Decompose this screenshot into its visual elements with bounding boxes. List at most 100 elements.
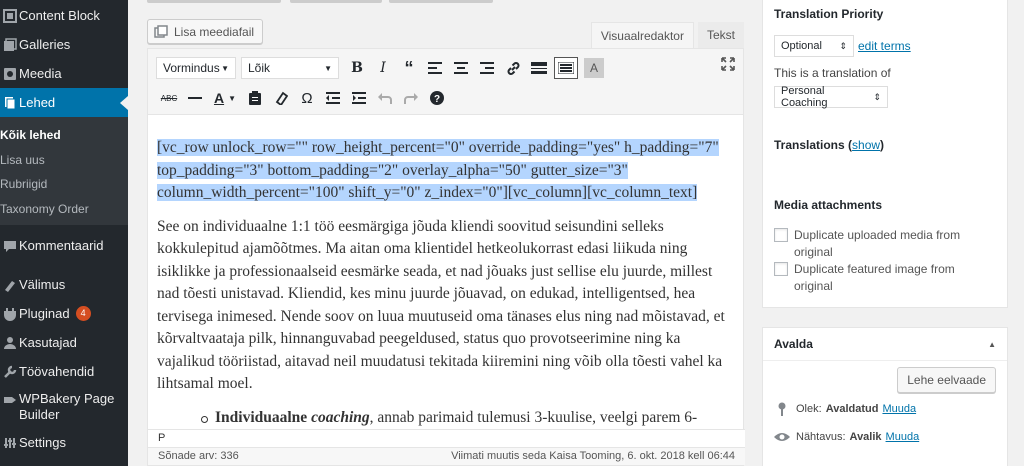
- menu-label: Pluginad: [19, 306, 70, 321]
- menu-item-settings[interactable]: Settings: [0, 428, 128, 457]
- menu-item-pages[interactable]: Lehed: [0, 88, 128, 117]
- redo-icon[interactable]: [398, 85, 424, 111]
- menu-item-wpbakery[interactable]: WPBakery Page Builder: [0, 386, 128, 428]
- strikethrough-icon[interactable]: ABC: [156, 85, 182, 111]
- tab-text[interactable]: Tekst: [697, 22, 744, 48]
- bullet-bold-italic-text: coaching: [311, 408, 370, 426]
- menu-label: Kasutajad: [19, 335, 77, 350]
- paragraph-select-value: Lõik: [248, 61, 271, 75]
- editor-box: Vormindus ▼ Lõik ▼ B I “ A ABC A ▼ Ω ? […: [147, 48, 745, 466]
- show-translations-link[interactable]: show: [852, 138, 880, 152]
- priority-select[interactable]: Optional ⇕: [774, 35, 854, 57]
- submenu-taxonomy-order[interactable]: Taxonomy Order: [0, 197, 128, 222]
- menu-item-appearance[interactable]: Välimus: [0, 270, 128, 299]
- text-color-icon[interactable]: A ▼: [208, 85, 242, 111]
- visibility-value: Avalik: [849, 431, 882, 443]
- dup-featured-checkbox[interactable]: [774, 262, 788, 276]
- vc-a-icon[interactable]: A: [584, 58, 604, 78]
- priority-select-value: Optional: [781, 40, 822, 52]
- edit-visibility-link[interactable]: Muuda: [886, 431, 920, 443]
- dup-media-label: Duplicate uploaded media from original: [794, 228, 961, 259]
- align-left-icon[interactable]: [422, 55, 448, 81]
- read-more-icon[interactable]: [526, 55, 552, 81]
- blockquote-icon[interactable]: “: [396, 55, 422, 81]
- edit-status-link[interactable]: Muuda: [882, 403, 916, 415]
- status-row: Olek: Avaldatud Muuda: [774, 402, 916, 416]
- preview-button[interactable]: Lehe eelvaade: [897, 367, 996, 393]
- media-icon: [1, 65, 19, 83]
- italic-icon[interactable]: I: [370, 55, 396, 81]
- horizontal-line-icon[interactable]: [182, 85, 208, 111]
- submenu-all-pages[interactable]: Kõik lehed: [0, 123, 128, 148]
- submenu-categories[interactable]: Rubriigid: [0, 172, 128, 197]
- publish-header[interactable]: Avalda ▲: [763, 328, 1007, 361]
- menu-label: Galleries: [19, 37, 71, 52]
- visibility-label: Nähtavus:: [796, 431, 846, 443]
- element-path: P: [148, 429, 745, 447]
- indent-icon[interactable]: [346, 85, 372, 111]
- bold-icon[interactable]: B: [344, 55, 370, 81]
- dup-media-row: Duplicate uploaded media from original: [774, 227, 996, 261]
- align-center-icon[interactable]: [448, 55, 474, 81]
- toolbar-toggle-icon[interactable]: [554, 57, 578, 79]
- menu-item-media[interactable]: Meedia: [0, 59, 128, 88]
- help-icon[interactable]: ?: [424, 85, 450, 111]
- body-paragraph: See on individuaalne 1:1 töö eesmärgiga …: [157, 217, 725, 393]
- submenu-add-new[interactable]: Lisa uus: [0, 148, 128, 173]
- menu-item-content-block[interactable]: Content Block: [0, 1, 128, 30]
- top-strip: [147, 0, 744, 4]
- pin-icon: [774, 402, 790, 416]
- eye-icon: [774, 432, 790, 442]
- translation-priority-title: Translation Priority: [774, 7, 884, 21]
- menu-item-tools[interactable]: Töövahendid: [0, 357, 128, 386]
- status-label: Olek:: [796, 403, 822, 415]
- galleries-icon: [1, 36, 19, 54]
- dup-featured-row: Duplicate featured image from original: [774, 261, 996, 295]
- shortcode-paragraph: [vc_row unlock_row="" row_height_percent…: [157, 137, 727, 205]
- select-arrows-icon: ⇕: [873, 91, 881, 102]
- menu-item-comments[interactable]: Kommentaarid: [0, 231, 128, 260]
- menu-label: Lehed: [19, 95, 56, 110]
- collapse-arrow-icon[interactable]: ▲: [988, 340, 996, 349]
- menu-item-galleries[interactable]: Galleries: [0, 30, 128, 59]
- menu-item-plugins[interactable]: Pluginad 4: [0, 299, 128, 328]
- paragraph-select[interactable]: Lõik ▼: [241, 57, 339, 79]
- format-select[interactable]: Vormindus ▼: [156, 57, 236, 79]
- translations-row: Translations (show): [774, 138, 996, 152]
- add-media-icon: [154, 24, 168, 39]
- admin-sidebar: Content Block Galleries Meedia Lehed Kõi…: [0, 0, 128, 466]
- editor-toolbar: Vormindus ▼ Lõik ▼ B I “ A ABC A ▼ Ω ?: [148, 49, 743, 115]
- editor-status-bar: Sõnade arv: 336 Viimati muutis seda Kais…: [148, 447, 745, 465]
- media-attachments-title: Media attachments: [774, 198, 883, 212]
- publish-panel: Avalda ▲ Lehe eelvaade Olek: Avaldatud Muu…: [762, 327, 1008, 466]
- paste-text-icon[interactable]: [242, 85, 268, 111]
- select-arrows-icon: ⇕: [839, 40, 847, 51]
- chevron-down-icon: ▼: [324, 63, 332, 73]
- menu-label: Kommentaarid: [19, 238, 104, 253]
- publish-title: Avalda: [774, 337, 813, 351]
- translation-of-select[interactable]: Personal Coaching ⇕: [774, 85, 888, 109]
- outdent-icon[interactable]: [320, 85, 346, 111]
- priority-row: Optional ⇕ edit terms: [774, 35, 996, 57]
- menu-item-users[interactable]: Kasutajad: [0, 328, 128, 357]
- fullscreen-icon[interactable]: [721, 57, 735, 74]
- comments-icon: [1, 237, 19, 255]
- align-right-icon[interactable]: [474, 55, 500, 81]
- settings-icon: [1, 434, 19, 452]
- tab-visual[interactable]: Visuaalredaktor: [590, 22, 694, 48]
- dup-media-checkbox[interactable]: [774, 228, 788, 242]
- edit-terms-link[interactable]: edit terms: [858, 39, 911, 53]
- special-character-icon[interactable]: Ω: [294, 85, 320, 111]
- toolbar-row-1: Vormindus ▼ Lõik ▼ B I “ A: [156, 53, 604, 83]
- menu-label: Töövahendid: [19, 364, 95, 379]
- link-icon[interactable]: [500, 55, 526, 81]
- translation-of-label: This is a translation of: [774, 66, 891, 80]
- pages-submenu: Kõik lehed Lisa uus Rubriigid Taxonomy O…: [0, 117, 128, 225]
- list-item: Individuaalne coaching, annab parimaid t…: [201, 407, 735, 432]
- undo-icon[interactable]: [372, 85, 398, 111]
- editor-content[interactable]: [vc_row unlock_row="" row_height_percent…: [148, 115, 745, 431]
- clear-formatting-icon[interactable]: [268, 85, 294, 111]
- menu-label: Content Block: [19, 8, 100, 23]
- dup-featured-label: Duplicate featured image from original: [794, 262, 955, 293]
- add-media-button[interactable]: Lisa meediafail: [147, 19, 264, 44]
